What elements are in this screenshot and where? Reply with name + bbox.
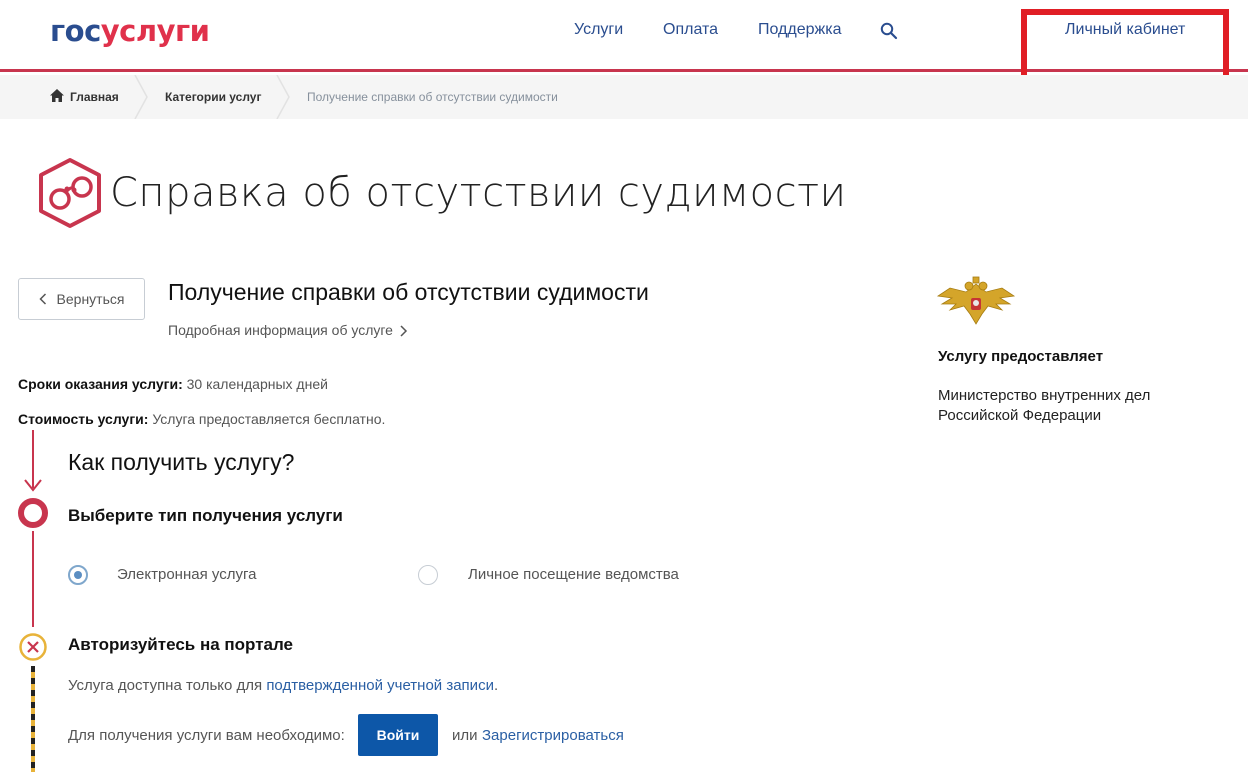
step-active-icon [18,498,48,528]
radio-personal-visit-label[interactable]: Личное посещение ведомства [468,566,679,583]
service-term-label: Сроки оказания услуги: [18,376,183,392]
page-title: Справка об отсутствии судимости [110,170,847,216]
step-choose-type-title: Выберите тип получения услуги [68,506,343,525]
step-authorize-title: Авторизуйтесь на портале [68,635,294,654]
home-icon [50,89,64,102]
service-cost: Стоимость услуги: Услуга предоставляется… [18,411,385,427]
or-text: или [452,727,478,744]
chevron-left-icon [38,293,46,305]
service-term-value: 30 календарных дней [186,376,328,392]
radio-electronic-label[interactable]: Электронная услуга [117,566,256,583]
radio-personal-visit[interactable] [418,565,438,585]
verified-account-link[interactable]: подтвержденной учетной записи [266,677,494,694]
logo-part-uslugi: услуги [100,14,210,48]
search-icon[interactable] [880,22,898,40]
highlight-annotation-box [1021,9,1229,82]
gosuslugi-logo[interactable]: госуслуги [50,14,210,48]
auth-text-part: Услуга доступна только для [68,677,263,694]
service-title: Получение справки об отсутствии судимост… [168,279,649,305]
how-to-get-title: Как получить услугу? [68,449,295,475]
auth-requirement-text: Услуга доступна только для подтвержденно… [68,677,498,694]
provider-name: Министерство внутренних дел Российской Ф… [938,387,1151,424]
breadcrumb-current: Получение справки об отсутствии судимост… [307,90,558,104]
provider-title: Услугу предоставляет [938,348,1104,365]
mvd-emblem-icon [936,276,1016,325]
register-link[interactable]: Зарегистрироваться [482,727,624,744]
breadcrumb-separator [276,75,290,119]
auth-text-end: . [493,677,499,694]
service-term: Сроки оказания услуги: 30 календарных дн… [18,376,328,392]
handcuffs-icon [39,158,101,228]
back-button-label: Вернуться [56,291,125,307]
breadcrumb: Главная Категории услуг Получение справк… [0,75,1248,119]
need-text: Для получения услуги вам необходимо: [68,727,345,744]
more-info-link[interactable]: Подробная информация об услуге [168,322,393,338]
nav-payment[interactable]: Оплата [663,21,718,39]
nav-services[interactable]: Услуги [574,21,623,39]
steps-timeline [18,430,48,772]
breadcrumb-home[interactable]: Главная [70,90,119,104]
chevron-right-icon[interactable] [399,325,408,337]
logo-part-gos: гос [50,14,101,48]
breadcrumb-separator [134,75,148,119]
nav-support[interactable]: Поддержка [758,21,841,39]
radio-electronic[interactable] [68,565,88,585]
login-button[interactable]: Войти [358,714,438,756]
breadcrumb-category[interactable]: Категории услуг [165,90,261,104]
service-cost-value: Услуга предоставляется бесплатно. [152,411,386,427]
back-button[interactable]: Вернуться [18,278,145,320]
